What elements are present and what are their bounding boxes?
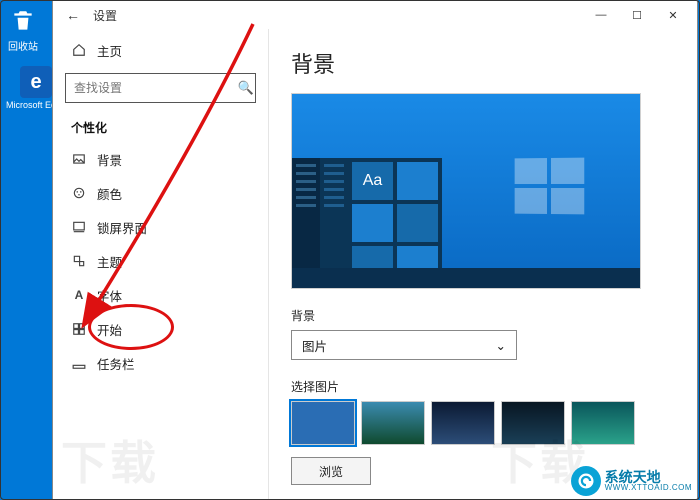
font-icon: A — [71, 287, 87, 303]
settings-window: ← 设置 — ☐ ✕ 主页 🔍 — [52, 0, 698, 500]
sidebar-item-label: 字体 — [97, 286, 122, 305]
taskbar-icon — [71, 355, 87, 371]
sidebar-home-label: 主页 — [97, 41, 122, 60]
minimize-button[interactable]: — — [583, 1, 619, 29]
chevron-down-icon: ⌄ — [496, 338, 506, 353]
sidebar-item-label: 开始 — [97, 320, 122, 339]
sidebar-item-label: 任务栏 — [97, 354, 135, 373]
sidebar-item-label: 颜色 — [97, 184, 122, 203]
brand-badge-icon — [571, 466, 601, 496]
background-select[interactable]: 图片 ⌄ — [291, 330, 517, 360]
desktop-preview: Aa — [291, 93, 641, 289]
brand-en: WWW.XTTOAID.COM — [605, 484, 692, 492]
preview-start-menu: Aa — [292, 158, 442, 268]
sidebar-item-lockscreen[interactable]: 锁屏界面 — [53, 210, 268, 244]
sidebar-item-background[interactable]: 背景 — [53, 142, 268, 176]
thumb-1[interactable] — [291, 401, 355, 445]
brand-zh: 系统天地 — [605, 470, 692, 484]
sidebar-item-label: 锁屏界面 — [97, 218, 147, 237]
page-title: 背景 — [291, 47, 675, 79]
search-icon: 🔍 — [237, 80, 255, 96]
sidebar-item-label: 背景 — [97, 150, 122, 169]
sidebar-home[interactable]: 主页 — [53, 33, 268, 67]
titlebar: ← 设置 — ☐ ✕ — [53, 1, 697, 29]
desktop-recycle-bin[interactable]: 回收站 — [8, 6, 38, 53]
sidebar-item-themes[interactable]: 主题 — [53, 244, 268, 278]
start-icon — [71, 321, 87, 337]
choose-picture-label: 选择图片 — [291, 378, 675, 395]
thumb-5[interactable] — [571, 401, 635, 445]
background-select-value: 图片 — [302, 336, 327, 355]
search-input[interactable]: 🔍 — [65, 73, 256, 103]
lock-icon — [71, 219, 87, 235]
main-pane: 背景 Aa — [269, 29, 697, 499]
palette-icon — [71, 185, 87, 201]
picture-thumbs — [291, 401, 675, 445]
sidebar-section-personalization: 个性化 — [53, 105, 268, 142]
thumb-4[interactable] — [501, 401, 565, 445]
thumb-3[interactable] — [431, 401, 495, 445]
sidebar: 主页 🔍 个性化 背景 颜色 — [53, 29, 269, 499]
sidebar-item-label: 主题 — [97, 252, 122, 271]
search-field[interactable] — [66, 81, 237, 95]
maximize-button[interactable]: ☐ — [619, 1, 655, 29]
picture-icon — [71, 151, 87, 167]
window-title: 设置 — [93, 7, 117, 24]
brand-logo: 系统天地 WWW.XTTOAID.COM — [567, 464, 696, 498]
sidebar-item-colors[interactable]: 颜色 — [53, 176, 268, 210]
sidebar-item-start[interactable]: 开始 — [53, 312, 268, 346]
thumb-2[interactable] — [361, 401, 425, 445]
sidebar-item-taskbar[interactable]: 任务栏 — [53, 346, 268, 380]
background-label: 背景 — [291, 307, 675, 324]
recycle-bin-label: 回收站 — [8, 38, 38, 53]
recycle-bin-icon — [8, 6, 38, 36]
close-button[interactable]: ✕ — [655, 1, 691, 29]
sidebar-item-fonts[interactable]: A 字体 — [53, 278, 268, 312]
theme-icon — [71, 253, 87, 269]
windows-logo-icon — [515, 158, 585, 215]
home-icon — [71, 42, 87, 58]
browse-button[interactable]: 浏览 — [291, 457, 371, 485]
back-button[interactable]: ← — [59, 7, 87, 23]
edge-icon: e — [20, 66, 52, 98]
tile-aa: Aa — [352, 162, 393, 200]
